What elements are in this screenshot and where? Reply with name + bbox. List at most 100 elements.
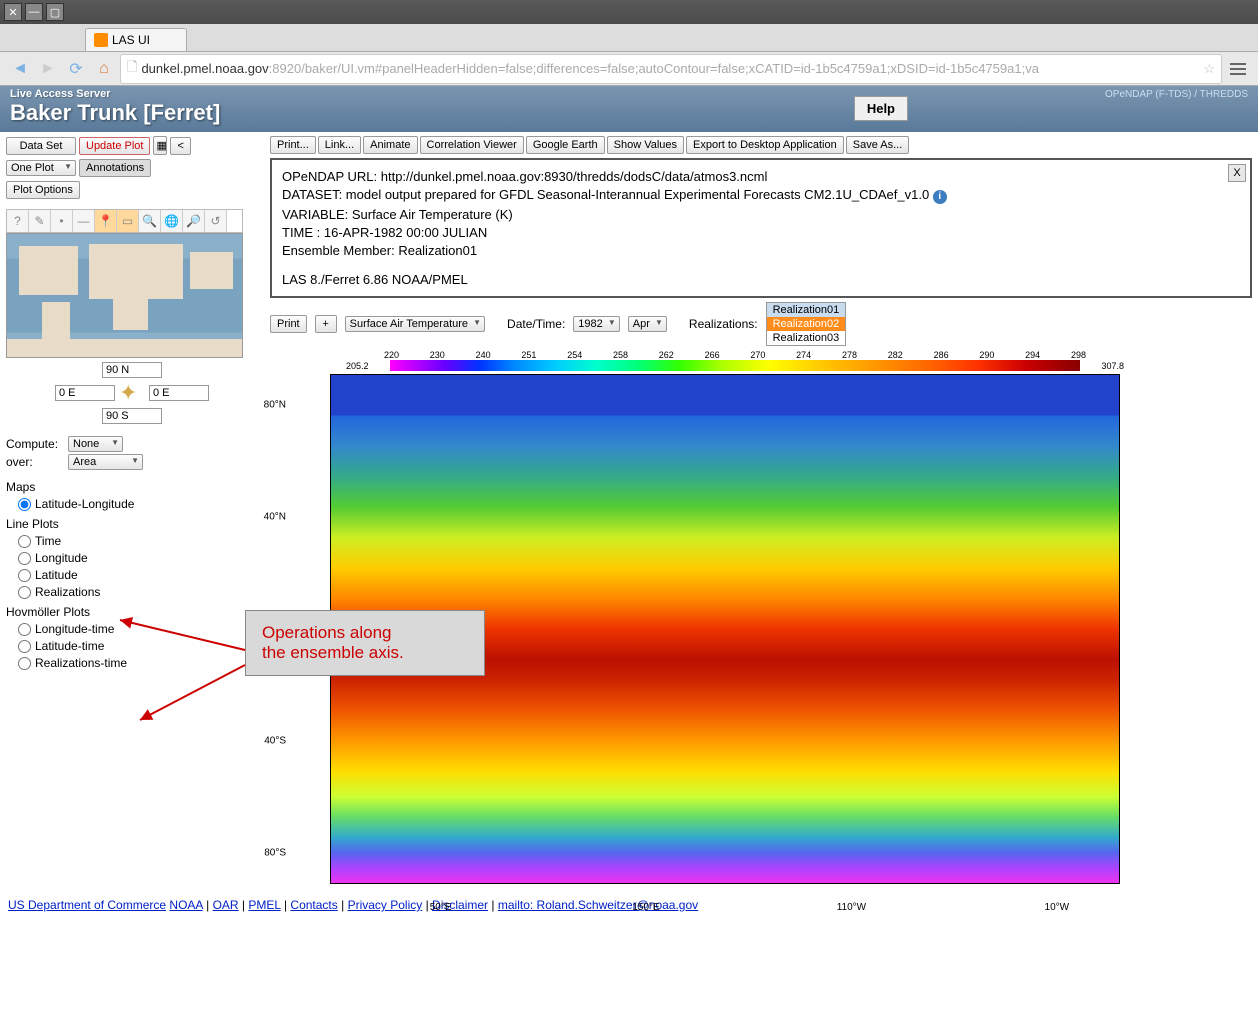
- window-close-button[interactable]: ✕: [4, 3, 22, 21]
- add-plot-button[interactable]: +: [315, 315, 337, 333]
- compass-icon: ✦: [119, 380, 145, 406]
- mini-map[interactable]: [6, 233, 243, 358]
- radio-longitude[interactable]: [18, 552, 31, 565]
- dataset-button[interactable]: Data Set: [6, 137, 76, 155]
- footer-link[interactable]: NOAA: [169, 898, 202, 912]
- google-earth-button[interactable]: Google Earth: [526, 136, 605, 154]
- map-tool-help-icon[interactable]: ?: [7, 210, 29, 232]
- sidebar: Data Set Update Plot ▦ < One Plot Annota…: [0, 132, 264, 888]
- radio-lat-time[interactable]: [18, 640, 31, 653]
- map-tool-draw-icon[interactable]: ✎: [29, 210, 51, 232]
- content-toolbar: Print... Link... Animate Correlation Vie…: [270, 136, 1252, 154]
- datetime-label: Date/Time:: [507, 317, 565, 331]
- print-button[interactable]: Print...: [270, 136, 316, 154]
- annotations-button[interactable]: Annotations: [79, 159, 151, 177]
- footer-link[interactable]: Privacy Policy: [348, 898, 423, 912]
- over-select[interactable]: Area: [68, 454, 143, 470]
- coord-east-input[interactable]: [149, 385, 209, 401]
- footer-link[interactable]: US Department of Commerce: [8, 898, 166, 912]
- variable-select[interactable]: Surface Air Temperature: [345, 316, 485, 332]
- radio-latlon[interactable]: [18, 498, 31, 511]
- map-tool-reset-icon[interactable]: ↺: [205, 210, 227, 232]
- footer-link[interactable]: Contacts: [290, 898, 337, 912]
- browser-menu-button[interactable]: [1226, 57, 1250, 81]
- export-button[interactable]: Export to Desktop Application: [686, 136, 844, 154]
- hovmoller-heading: Hovmöller Plots: [6, 605, 258, 619]
- map-tool-zoomin-icon[interactable]: 🔍: [139, 210, 161, 232]
- forward-button[interactable]: ►: [36, 57, 60, 81]
- plot-print-button[interactable]: Print: [270, 315, 307, 333]
- header-subtitle: Live Access Server: [10, 88, 1248, 100]
- header-links[interactable]: OPeNDAP (F-TDS) / THREDDS: [1105, 89, 1248, 100]
- realization-option[interactable]: Realization03: [767, 331, 846, 345]
- info-variable: VARIABLE: Surface Air Temperature (K): [282, 207, 1240, 222]
- info-close-button[interactable]: X: [1228, 164, 1246, 182]
- back-button[interactable]: ◄: [8, 57, 32, 81]
- coord-south-input[interactable]: [102, 408, 162, 424]
- plot-count-select[interactable]: One Plot: [6, 160, 76, 176]
- realization-option[interactable]: Realization01: [767, 303, 846, 317]
- save-as-button[interactable]: Save As...: [846, 136, 910, 154]
- radio-time[interactable]: [18, 535, 31, 548]
- map-tool-zoomout-icon[interactable]: 🔎: [183, 210, 205, 232]
- browser-tab[interactable]: LAS UI: [85, 28, 187, 51]
- radio-real-time[interactable]: [18, 657, 31, 670]
- map-toolbar: ? ✎ • — 📍 ▭ 🔍 🌐 🔎 ↺: [6, 209, 243, 233]
- info-icon[interactable]: i: [933, 190, 947, 204]
- radio-lon-time[interactable]: [18, 623, 31, 636]
- home-button[interactable]: ⌂: [92, 57, 116, 81]
- page-title: Baker Trunk [Ferret]: [10, 100, 1248, 126]
- coordinate-inputs: ✦: [6, 362, 258, 424]
- help-button[interactable]: Help: [854, 96, 908, 121]
- map-tool-marker-icon[interactable]: 📍: [95, 210, 117, 232]
- radio-latitude[interactable]: [18, 569, 31, 582]
- window-maximize-button[interactable]: ▢: [46, 3, 64, 21]
- window-minimize-button[interactable]: —: [25, 3, 43, 21]
- colorbar: 2202302402512542582622662702742782822862…: [340, 350, 1130, 374]
- compute-select[interactable]: None: [68, 436, 123, 452]
- plot-type-section: Maps Latitude-Longitude Line Plots Time …: [6, 480, 258, 670]
- coord-west-input[interactable]: [55, 385, 115, 401]
- url-port: :8920: [269, 61, 302, 76]
- info-time: TIME : 16-APR-1982 00:00 JULIAN: [282, 225, 1240, 240]
- content-area: Print... Link... Animate Correlation Vie…: [264, 132, 1258, 888]
- url-input[interactable]: 🗋 dunkel.pmel.noaa.gov:8920/baker/UI.vm#…: [120, 54, 1222, 84]
- correlation-button[interactable]: Correlation Viewer: [420, 136, 524, 154]
- collapse-panel-button[interactable]: <: [170, 137, 190, 155]
- over-label: over:: [6, 455, 62, 469]
- update-plot-button[interactable]: Update Plot: [79, 137, 150, 155]
- map-tool-line-icon[interactable]: —: [73, 210, 95, 232]
- maps-heading: Maps: [6, 480, 258, 494]
- footer-link[interactable]: PMEL: [248, 898, 280, 912]
- coord-north-input[interactable]: [102, 362, 162, 378]
- plot-options-button[interactable]: Plot Options: [6, 181, 80, 199]
- info-url: OPeNDAP URL: http://dunkel.pmel.noaa.gov…: [282, 169, 1240, 184]
- map-tool-globe-icon[interactable]: 🌐: [161, 210, 183, 232]
- month-select[interactable]: Apr: [628, 316, 667, 332]
- radio-realizations[interactable]: [18, 586, 31, 599]
- annotation-callout: Operations along the ensemble axis.: [245, 610, 485, 676]
- tab-title: LAS UI: [112, 33, 150, 47]
- colorbar-min: 205.2: [346, 361, 369, 371]
- plot-controls: Print + Surface Air Temperature Date/Tim…: [270, 302, 1252, 346]
- show-values-button[interactable]: Show Values: [607, 136, 684, 154]
- reload-button[interactable]: ⟳: [64, 57, 88, 81]
- realization-option[interactable]: Realization02: [767, 317, 846, 331]
- url-path: /baker/UI.vm#panelHeaderHidden=false;dif…: [301, 61, 1039, 76]
- map-tool-rect-icon[interactable]: ▭: [117, 210, 139, 232]
- colorbar-max: 307.8: [1101, 361, 1124, 371]
- tab-bar: LAS UI: [0, 24, 1258, 52]
- realizations-listbox[interactable]: Realization01 Realization02 Realization0…: [766, 302, 847, 346]
- footer-link[interactable]: OAR: [213, 898, 239, 912]
- footer-link[interactable]: mailto: Roland.Schweitzer@noaa.gov: [498, 898, 698, 912]
- window-titlebar: ✕ — ▢: [0, 0, 1258, 24]
- bookmark-icon[interactable]: ☆: [1203, 61, 1215, 77]
- address-bar: ◄ ► ⟳ ⌂ 🗋 dunkel.pmel.noaa.gov:8920/bake…: [0, 52, 1258, 86]
- animate-button[interactable]: Animate: [363, 136, 417, 154]
- plot-area: 2202302402512542582622662702742782822862…: [270, 350, 1130, 884]
- info-dataset: DATASET: model output prepared for GFDL …: [282, 187, 929, 202]
- link-button[interactable]: Link...: [318, 136, 361, 154]
- year-select[interactable]: 1982: [573, 316, 619, 332]
- compute-label: Compute:: [6, 437, 62, 451]
- map-tool-point-icon[interactable]: •: [51, 210, 73, 232]
